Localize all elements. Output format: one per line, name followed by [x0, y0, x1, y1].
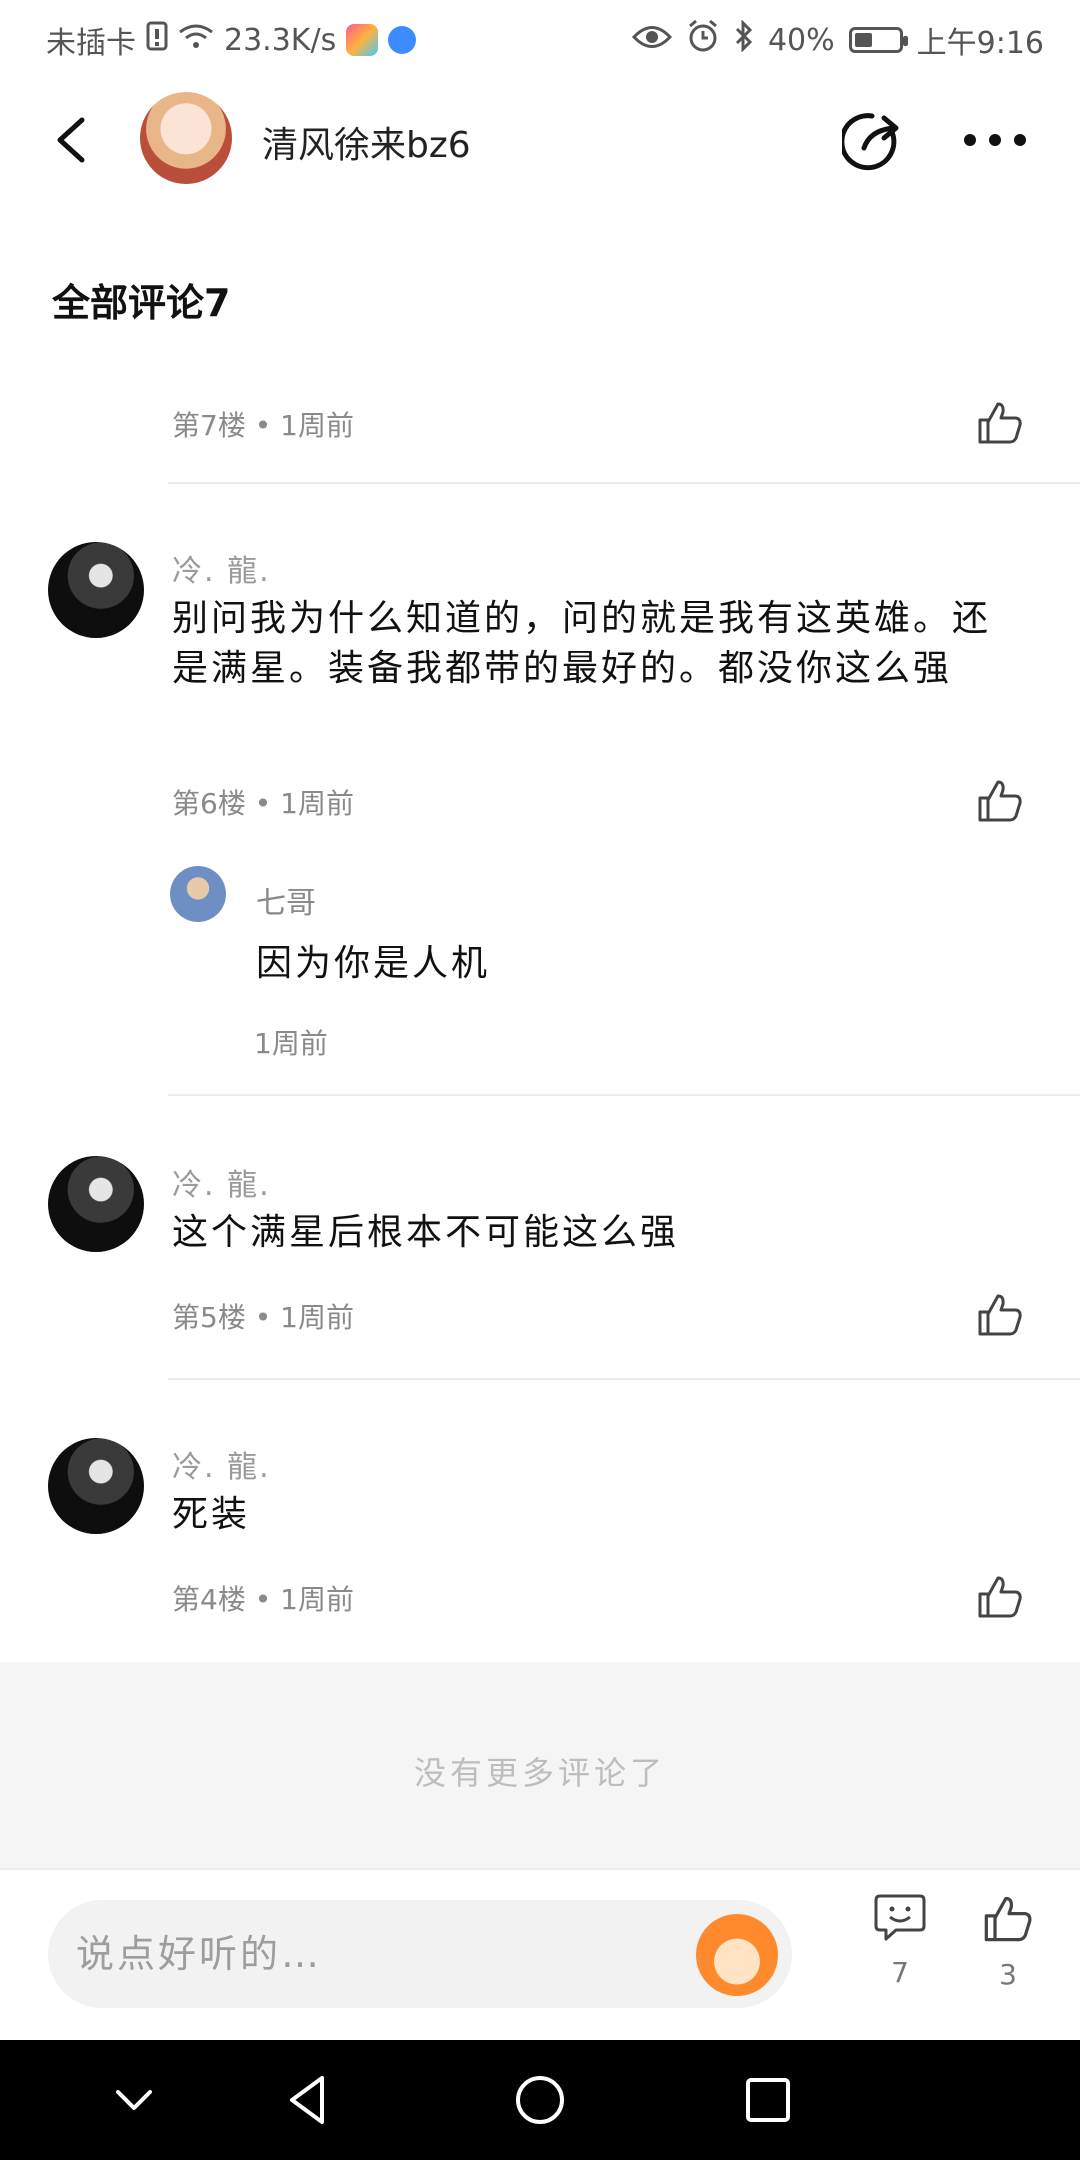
comment-meta: 第6楼 • 1周前 [172, 787, 354, 820]
wifi-icon [178, 22, 214, 58]
status-left: 未插卡 23.3K/s [46, 18, 417, 62]
alarm-icon [686, 19, 720, 61]
comment-bubble-icon [874, 1894, 926, 1946]
eye-icon [631, 23, 673, 58]
comments-count-button[interactable]: 7 [870, 1892, 930, 1989]
network-speed: 23.3K/s [224, 22, 337, 58]
reply-avatar[interactable] [170, 866, 226, 922]
commenter-name[interactable]: 冷. 龍. [172, 546, 271, 590]
thumbs-up-icon[interactable] [976, 398, 1024, 446]
thumbs-up-icon[interactable] [976, 776, 1024, 824]
comment-text: 这个满星后根本不可能这么强 [172, 1212, 680, 1253]
no-more-comments-text: 没有更多评论了 [413, 1754, 666, 1792]
comments-section-title: 全部评论7 [52, 281, 231, 325]
divider [168, 1378, 1080, 1380]
nav-back-icon[interactable] [278, 2070, 338, 2130]
status-bar: 未插卡 23.3K/s 40% 上午9:16 [0, 0, 1080, 76]
battery-icon [848, 27, 908, 53]
thumbs-up-icon[interactable] [976, 1290, 1024, 1338]
author-name[interactable]: 清风徐来bz6 [262, 116, 471, 168]
commenter-name[interactable]: 冷. 龍. [172, 1442, 271, 1486]
top-header: 清风徐来bz6 [0, 80, 1080, 200]
thumbs-up-icon [982, 1896, 1034, 1948]
bluetooth-icon [734, 19, 754, 60]
hide-keyboard-icon[interactable] [104, 2070, 164, 2130]
divider [168, 1094, 1080, 1096]
commenter-avatar[interactable] [48, 1438, 144, 1534]
clock: 上午9:16 [916, 26, 1044, 61]
reply-text: 因为你是人机 [256, 943, 491, 984]
comment-meta: 第5楼 • 1周前 [172, 1301, 354, 1334]
share-icon[interactable] [839, 110, 906, 174]
divider [168, 482, 1080, 484]
more-dots-icon[interactable] [960, 120, 1030, 160]
battery-percent: 40% [767, 22, 835, 58]
back-arrow-icon[interactable] [44, 110, 104, 170]
comment-count: 7 [891, 1956, 909, 1989]
reply-time: 1周前 [254, 1027, 328, 1060]
carrier-label: 未插卡 [46, 26, 136, 61]
status-right: 40% 上午9:16 [631, 18, 1044, 62]
system-nav-bar [0, 2040, 1080, 2160]
like-count: 3 [999, 1958, 1017, 1991]
sim-icon [146, 21, 168, 59]
end-of-list: 没有更多评论了 [0, 1662, 1080, 1868]
comment-meta: 第4楼 • 1周前 [172, 1583, 354, 1616]
emoji-icon[interactable] [696, 1914, 778, 1996]
commenter-name[interactable]: 冷. 龍. [172, 1160, 271, 1204]
comment-text: 死装 [172, 1494, 251, 1535]
nav-recents-icon[interactable] [738, 2070, 798, 2130]
comment-meta: 第7楼 • 1周前 [172, 409, 354, 442]
browser-notification-icon [388, 26, 417, 54]
commenter-avatar[interactable] [48, 542, 144, 638]
nav-home-icon[interactable] [510, 2070, 570, 2130]
likes-count-button[interactable]: 3 [978, 1892, 1038, 1991]
thumbs-up-icon[interactable] [976, 1572, 1024, 1620]
battery-level [854, 33, 872, 47]
bottom-input-bar: 7 3 [0, 1868, 1080, 2040]
author-avatar[interactable] [140, 92, 232, 184]
reply-author[interactable]: 七哥 [256, 878, 316, 922]
comment-input[interactable] [48, 1900, 792, 2008]
app-notification-icon [346, 24, 379, 56]
comment-text: 别问我为什么知道的，问的就是我有这英雄。还是满星。装备我都带的最好的。都没你这么… [172, 598, 992, 689]
commenter-avatar[interactable] [48, 1156, 144, 1252]
